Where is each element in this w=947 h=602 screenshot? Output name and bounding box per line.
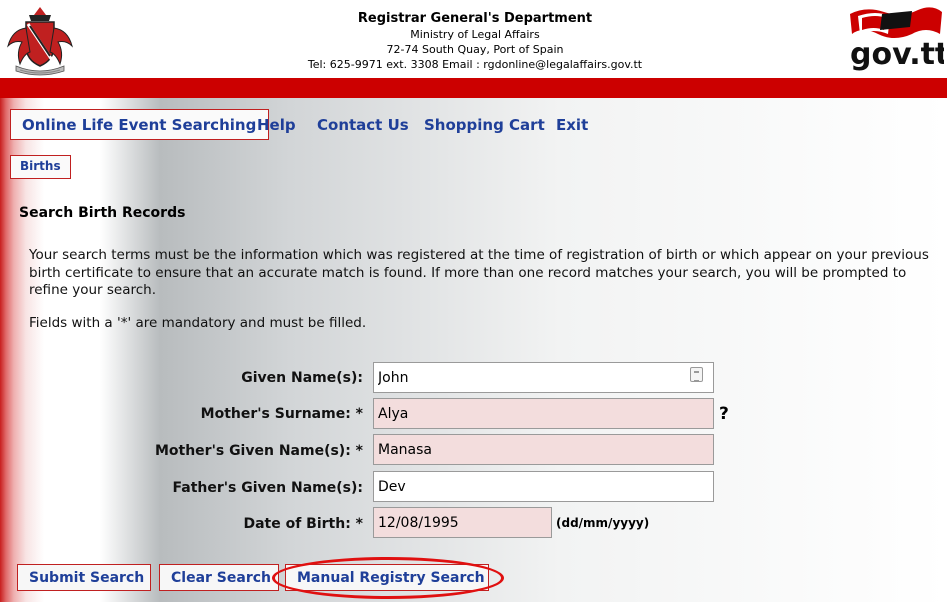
coat-of-arms-logo	[7, 7, 73, 76]
nav-contact-us[interactable]: Contact Us	[317, 115, 409, 135]
clear-search-button[interactable]: Clear Search	[159, 564, 279, 591]
date-of-birth-input[interactable]	[373, 507, 552, 538]
mother-given-names-label: Mother's Given Name(s): *	[154, 443, 363, 459]
mother-surname-label: Mother's Surname: *	[200, 406, 363, 422]
manual-registry-search-button[interactable]: Manual Registry Search	[285, 564, 489, 591]
help-question-icon[interactable]: ?	[719, 404, 729, 424]
department-contact: Tel: 625-9971 ext. 3308 Email : rgdonlin…	[307, 58, 643, 71]
svg-text:gov.tt: gov.tt	[850, 37, 944, 72]
ministry-name: Ministry of Legal Affairs	[410, 28, 540, 41]
page-title: Search Birth Records	[19, 205, 186, 221]
given-names-label: Given Name(s):	[241, 370, 363, 386]
nav-shopping-cart[interactable]: Shopping Cart	[424, 115, 545, 135]
date-of-birth-label: Date of Birth: *	[243, 516, 363, 532]
department-address: 72-74 South Quay, Port of Spain	[386, 43, 564, 56]
mother-given-names-input[interactable]	[373, 434, 714, 465]
search-instructions: Your search terms must be the informatio…	[29, 247, 929, 298]
nav-exit[interactable]: Exit	[556, 115, 588, 135]
main-content: Online Life Event Searching Help Contact…	[0, 98, 947, 602]
page-header: Registrar General's Department Ministry …	[0, 0, 947, 78]
mother-surname-input[interactable]	[373, 398, 714, 429]
nav-online-life-event-searching[interactable]: Online Life Event Searching	[10, 109, 270, 140]
father-given-names-input[interactable]	[373, 471, 714, 502]
nav-help[interactable]: Help	[257, 115, 296, 135]
submit-search-button[interactable]: Submit Search	[17, 564, 151, 591]
tab-births[interactable]: Births	[10, 155, 71, 179]
department-title: Registrar General's Department	[357, 11, 593, 26]
header-red-bar	[0, 78, 947, 98]
govtt-logo: gov.tt	[850, 7, 944, 72]
father-given-names-label: Father's Given Name(s):	[172, 480, 363, 496]
autofill-contact-icon[interactable]	[690, 367, 703, 382]
department-info: Registrar General's Department Ministry …	[250, 10, 700, 72]
date-format-hint: (dd/mm/yyyy)	[556, 516, 650, 530]
mandatory-note: Fields with a '*' are mandatory and must…	[29, 315, 367, 331]
given-names-input[interactable]	[373, 362, 714, 393]
